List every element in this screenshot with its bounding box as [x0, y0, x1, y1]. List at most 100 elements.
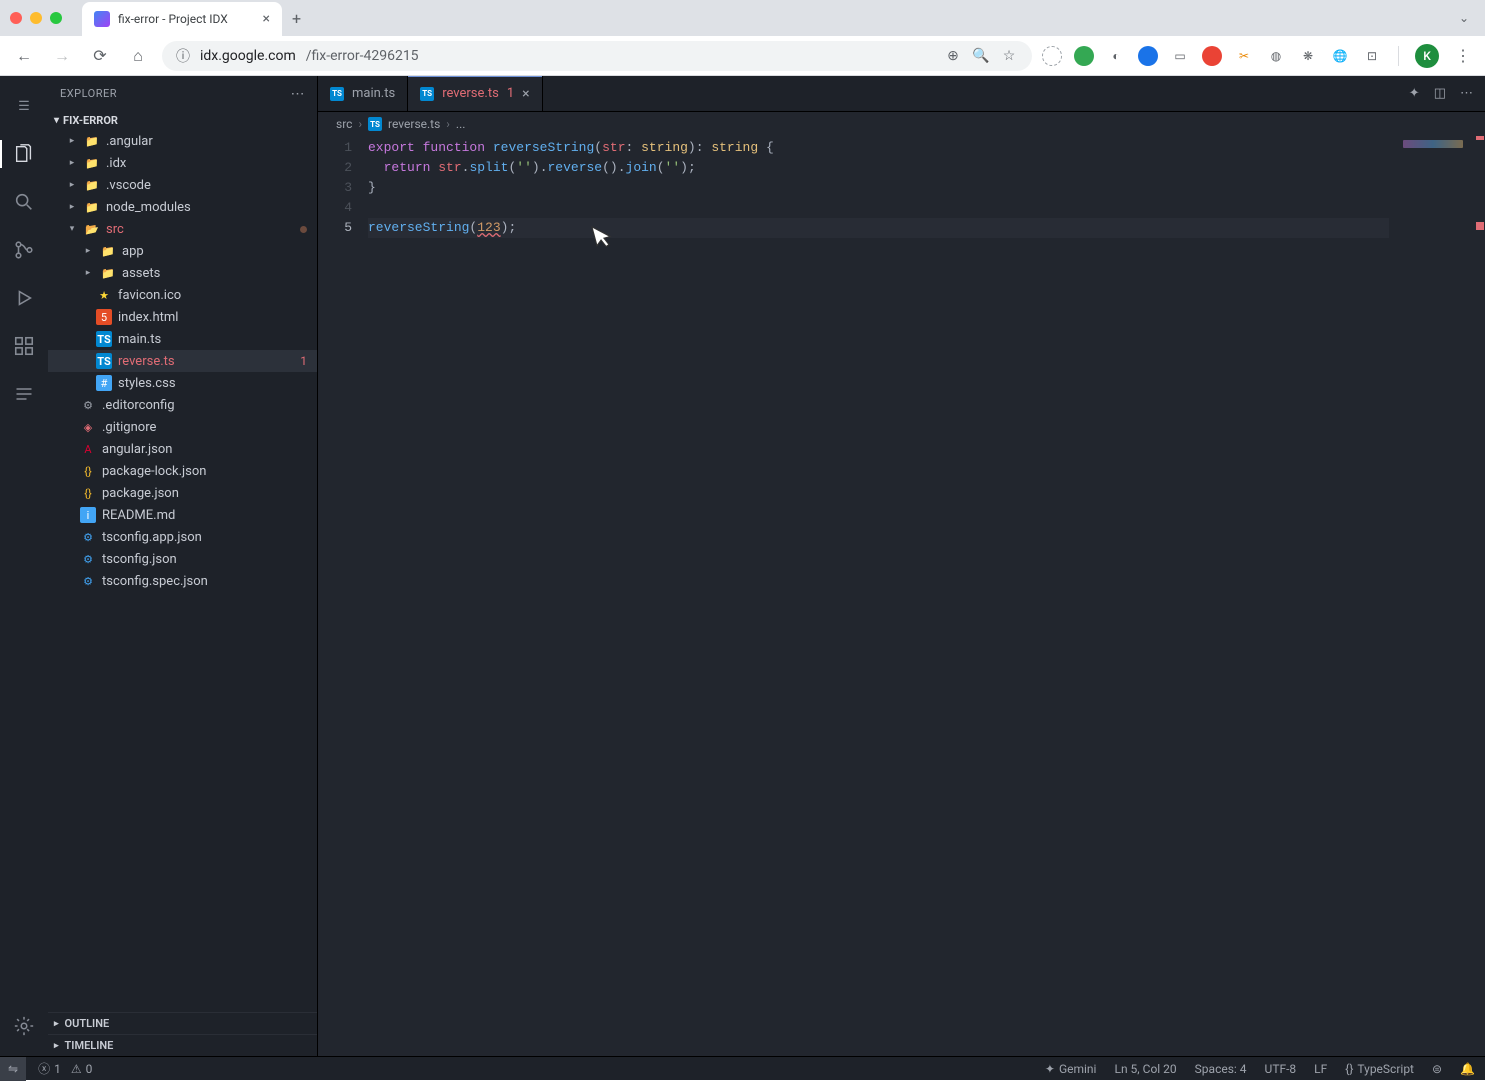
editor-tab-reverse[interactable]: TS reverse.ts 1 ×	[408, 76, 542, 111]
code-editor[interactable]: 1 2 3 4 5 export function reverseString(…	[318, 136, 1485, 1056]
close-window-button[interactable]	[10, 12, 22, 24]
file-main-ts[interactable]: TSmain.ts	[48, 328, 317, 350]
file-angular-json[interactable]: Aangular.json	[48, 438, 317, 460]
error-marker[interactable]	[1476, 222, 1484, 230]
maximize-window-button[interactable]	[50, 12, 62, 24]
indentation[interactable]: Spaces: 4	[1195, 1062, 1247, 1076]
ai-sparkle-icon[interactable]: ✦	[1409, 86, 1420, 101]
editor-more-icon[interactable]: ⋯	[1460, 86, 1473, 101]
file-package-json[interactable]: {}package.json	[48, 482, 317, 504]
remote-indicator[interactable]: ⇋	[0, 1057, 26, 1081]
extension-icon[interactable]	[1042, 46, 1062, 66]
folder-angular[interactable]: ▸📁.angular	[48, 130, 317, 152]
browser-toolbar: ← → ⟳ ⌂ ⓘ idx.google.com/fix-error-42962…	[0, 36, 1485, 76]
notifications-icon[interactable]: 🔔	[1460, 1062, 1475, 1076]
code-content[interactable]: export function reverseString(str: strin…	[368, 136, 1389, 1056]
file-favicon[interactable]: ★favicon.ico	[48, 284, 317, 306]
error-marker	[1476, 136, 1484, 140]
error-count-badge: 1	[300, 354, 307, 368]
extension-icon[interactable]: 🌐	[1330, 46, 1350, 66]
bookmark-icon[interactable]: ☆	[1000, 47, 1018, 65]
file-tsconfig[interactable]: ⚙tsconfig.json	[48, 548, 317, 570]
zoom-icon[interactable]: 🔍	[972, 47, 990, 65]
sparkle-icon: ✦	[1045, 1062, 1055, 1076]
line-gutter: 1 2 3 4 5	[318, 136, 368, 1056]
extension-icon[interactable]: ✂	[1234, 46, 1254, 66]
problems-indicator[interactable]: ⓧ1 ⚠0	[38, 1060, 92, 1077]
folder-vscode[interactable]: ▸📁.vscode	[48, 174, 317, 196]
file-index-html[interactable]: 5index.html	[48, 306, 317, 328]
search-tab[interactable]	[0, 180, 48, 224]
encoding[interactable]: UTF-8	[1265, 1062, 1297, 1076]
chevron-down-icon: ▾	[54, 115, 59, 126]
ts-file-icon: TS	[330, 87, 344, 101]
new-tab-button[interactable]: +	[282, 9, 311, 28]
address-bar[interactable]: ⓘ idx.google.com/fix-error-4296215 ⊕ 🔍 ☆	[162, 41, 1032, 71]
file-reverse-ts[interactable]: TSreverse.ts1	[48, 350, 317, 372]
project-header[interactable]: ▾ FIX-ERROR	[48, 111, 317, 130]
timeline-section[interactable]: ▸TIMELINE	[48, 1034, 317, 1056]
chrome-menu-button[interactable]: ⋮	[1451, 42, 1475, 69]
modified-indicator	[300, 226, 307, 233]
menu-button[interactable]: ☰	[0, 84, 48, 128]
extension-icon[interactable]	[1202, 46, 1222, 66]
minimap[interactable]	[1389, 136, 1485, 1056]
file-editorconfig[interactable]: ⚙.editorconfig	[48, 394, 317, 416]
split-editor-icon[interactable]: ◫	[1434, 86, 1446, 101]
home-button[interactable]: ⌂	[124, 42, 152, 70]
cursor-position[interactable]: Ln 5, Col 20	[1114, 1062, 1176, 1076]
source-control-tab[interactable]	[0, 228, 48, 272]
install-app-icon[interactable]: ⊕	[944, 47, 962, 65]
reload-button[interactable]: ⟳	[86, 42, 114, 70]
site-info-icon[interactable]: ⓘ	[176, 46, 190, 66]
folder-assets[interactable]: ▸📁assets	[48, 262, 317, 284]
file-gitignore[interactable]: ◈.gitignore	[48, 416, 317, 438]
file-tsconfig-spec[interactable]: ⚙tsconfig.spec.json	[48, 570, 317, 592]
braces-icon: {}	[1345, 1062, 1353, 1076]
folder-node-modules[interactable]: ▸📁node_modules	[48, 196, 317, 218]
breadcrumb[interactable]: src › TS reverse.ts › ...	[318, 112, 1485, 136]
close-tab-icon[interactable]: ×	[522, 86, 529, 102]
extension-icon[interactable]: ▭	[1170, 46, 1190, 66]
extension-icon[interactable]: ◍	[1266, 46, 1286, 66]
url-path: /fix-error-4296215	[306, 48, 419, 64]
explorer-tab[interactable]	[0, 132, 48, 176]
profile-avatar[interactable]: K	[1415, 44, 1439, 68]
activity-bar: ☰	[0, 76, 48, 1056]
folder-idx[interactable]: ▸📁.idx	[48, 152, 317, 174]
feedback-icon[interactable]: ⊜	[1432, 1062, 1442, 1076]
extension-icon[interactable]: ◐	[1106, 46, 1126, 66]
browser-tab-title: fix-error - Project IDX	[118, 12, 228, 26]
run-debug-tab[interactable]	[0, 276, 48, 320]
minimize-window-button[interactable]	[30, 12, 42, 24]
tabs-dropdown-button[interactable]: ⌄	[1453, 5, 1475, 31]
idx-favicon	[94, 11, 110, 27]
ts-file-icon: TS	[420, 87, 434, 101]
file-tsconfig-app[interactable]: ⚙tsconfig.app.json	[48, 526, 317, 548]
folder-src[interactable]: ▾📂src	[48, 218, 317, 240]
overview-ruler	[1471, 136, 1485, 1056]
extension-icon[interactable]	[1074, 46, 1094, 66]
file-package-lock[interactable]: {}package-lock.json	[48, 460, 317, 482]
outline-section[interactable]: ▸OUTLINE	[48, 1012, 317, 1034]
extensions-menu-icon[interactable]: ⊡	[1362, 46, 1382, 66]
gemini-button[interactable]: ✦Gemini	[1045, 1062, 1097, 1076]
eol[interactable]: LF	[1314, 1062, 1327, 1076]
close-tab-button[interactable]: ×	[263, 11, 270, 27]
idx-tab[interactable]	[0, 372, 48, 416]
sidebar-more-button[interactable]: ⋯	[291, 86, 306, 102]
file-readme[interactable]: iREADME.md	[48, 504, 317, 526]
forward-button[interactable]: →	[48, 42, 76, 70]
back-button[interactable]: ←	[10, 42, 38, 70]
status-bar: ⇋ ⓧ1 ⚠0 ✦Gemini Ln 5, Col 20 Spaces: 4 U…	[0, 1056, 1485, 1080]
language-mode[interactable]: {}TypeScript	[1345, 1062, 1414, 1076]
browser-tab[interactable]: fix-error - Project IDX ×	[82, 2, 282, 36]
extension-icon[interactable]	[1138, 46, 1158, 66]
editor-tab-main[interactable]: TS main.ts	[318, 76, 408, 111]
extensions-tab[interactable]	[0, 324, 48, 368]
extension-icon[interactable]: ❋	[1298, 46, 1318, 66]
url-host: idx.google.com	[200, 48, 296, 64]
settings-button[interactable]	[0, 1004, 48, 1048]
file-styles-css[interactable]: #styles.css	[48, 372, 317, 394]
folder-app[interactable]: ▸📁app	[48, 240, 317, 262]
